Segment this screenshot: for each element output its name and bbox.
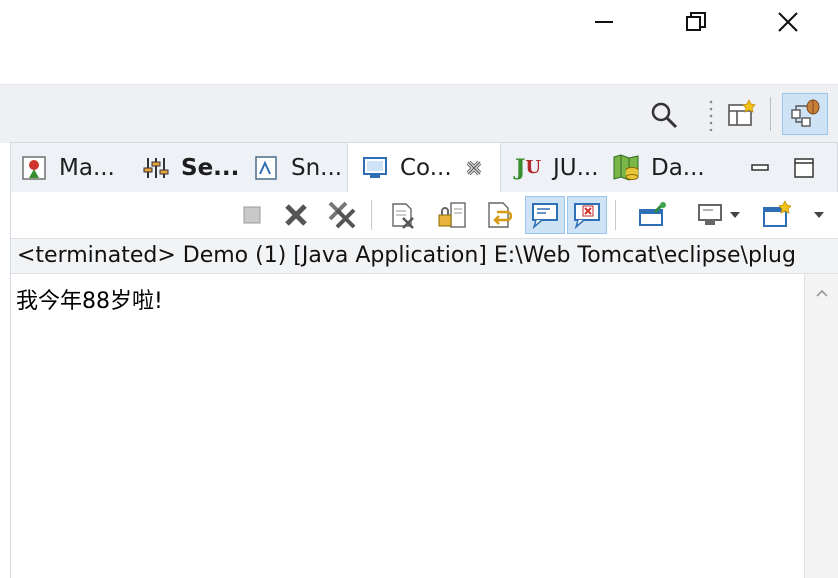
markers-icon	[19, 153, 49, 183]
scroll-lock-button[interactable]	[435, 198, 469, 232]
tab-data-source-explorer[interactable]: Da...	[611, 143, 705, 192]
maximize-view-icon	[794, 158, 814, 178]
display-console-icon	[698, 204, 722, 225]
show-on-stderr-button[interactable]	[567, 196, 607, 234]
chevron-down-icon	[730, 212, 740, 218]
vertical-scrollbar[interactable]	[804, 274, 838, 578]
show-on-stdout-button[interactable]	[525, 196, 565, 234]
console-output-line: 我今年88岁啦!	[16, 289, 163, 314]
maximize-view-button[interactable]	[789, 153, 819, 183]
tab-label: Ma...	[59, 154, 115, 181]
tab-snippets[interactable]: Sn...	[251, 143, 342, 192]
open-console-button[interactable]	[759, 198, 793, 232]
remove-launch-icon	[285, 204, 307, 226]
chevron-up-icon	[816, 289, 828, 297]
close-button[interactable]	[742, 0, 834, 44]
word-wrap-button[interactable]	[483, 198, 517, 232]
toolbar-separator	[615, 200, 616, 230]
open-perspective-button[interactable]	[722, 95, 760, 133]
tab-label: Co...	[400, 155, 452, 181]
search-icon	[651, 102, 678, 129]
pin-console-icon	[639, 202, 666, 226]
console-description: <terminated> Demo (1) [Java Application]…	[10, 238, 838, 274]
tab-junit[interactable]: JU JU...	[513, 143, 599, 192]
display-console-dropdown[interactable]	[723, 198, 747, 232]
junit-icon: JU	[514, 154, 542, 181]
close-icon	[778, 12, 798, 32]
console-output-area[interactable]: 我今年88岁啦!	[10, 274, 804, 578]
debug-perspective-button[interactable]	[782, 93, 828, 135]
toolbar-separator	[770, 97, 771, 131]
clear-console-button[interactable]	[385, 198, 419, 232]
minimize-button[interactable]	[558, 0, 650, 44]
restore-button[interactable]	[650, 0, 742, 44]
data-source-explorer-icon	[611, 153, 641, 183]
pin-console-button[interactable]	[635, 198, 669, 232]
tab-label: Da...	[651, 154, 705, 181]
process-status-text: <terminated> Demo (1) [Java Application]…	[17, 243, 796, 268]
show-on-stderr-icon	[574, 203, 600, 230]
tab-label: Se...	[181, 154, 240, 181]
scroll-up-button[interactable]	[805, 280, 838, 306]
open-console-icon	[763, 200, 791, 227]
toolbar-separator	[371, 200, 372, 230]
tab-markers[interactable]: Ma...	[19, 143, 115, 192]
grip-icon	[709, 100, 713, 131]
tab-label: Sn...	[291, 154, 343, 181]
chevron-down-icon	[814, 212, 824, 218]
terminate-icon	[243, 206, 261, 224]
main-toolbar	[0, 84, 838, 143]
remove-launch-button[interactable]	[279, 198, 313, 232]
remove-all-terminated-button[interactable]	[325, 198, 359, 232]
minimize-icon	[595, 21, 613, 23]
console-toolbar	[10, 192, 838, 238]
tab-close-icon[interactable]	[466, 160, 482, 176]
remove-all-terminated-icon	[328, 201, 356, 229]
restore-icon	[686, 12, 706, 31]
display-selected-console-button[interactable]	[693, 198, 727, 232]
debug-perspective-icon	[791, 99, 820, 127]
show-on-stdout-icon	[532, 203, 558, 230]
tab-servers[interactable]: Se...	[141, 143, 239, 192]
open-perspective-icon	[728, 99, 756, 126]
tab-label: JU...	[553, 154, 599, 181]
window-title-bar	[0, 0, 838, 84]
console-icon	[360, 153, 390, 183]
minimize-view-button[interactable]	[745, 153, 775, 183]
clear-console-icon	[392, 203, 414, 229]
toolbar-grip[interactable]	[708, 97, 714, 133]
open-console-dropdown[interactable]	[807, 198, 831, 232]
terminate-button[interactable]	[235, 198, 269, 232]
snippets-icon	[251, 153, 281, 183]
servers-icon	[141, 153, 171, 183]
minimize-view-icon	[751, 164, 769, 171]
view-tab-bar: Ma... Se... Sn... Co... JU JU... Da...	[10, 142, 838, 193]
search-button[interactable]	[646, 97, 682, 133]
scroll-lock-icon	[438, 202, 466, 228]
tab-console[interactable]: Co...	[347, 143, 501, 193]
word-wrap-icon	[488, 202, 513, 228]
